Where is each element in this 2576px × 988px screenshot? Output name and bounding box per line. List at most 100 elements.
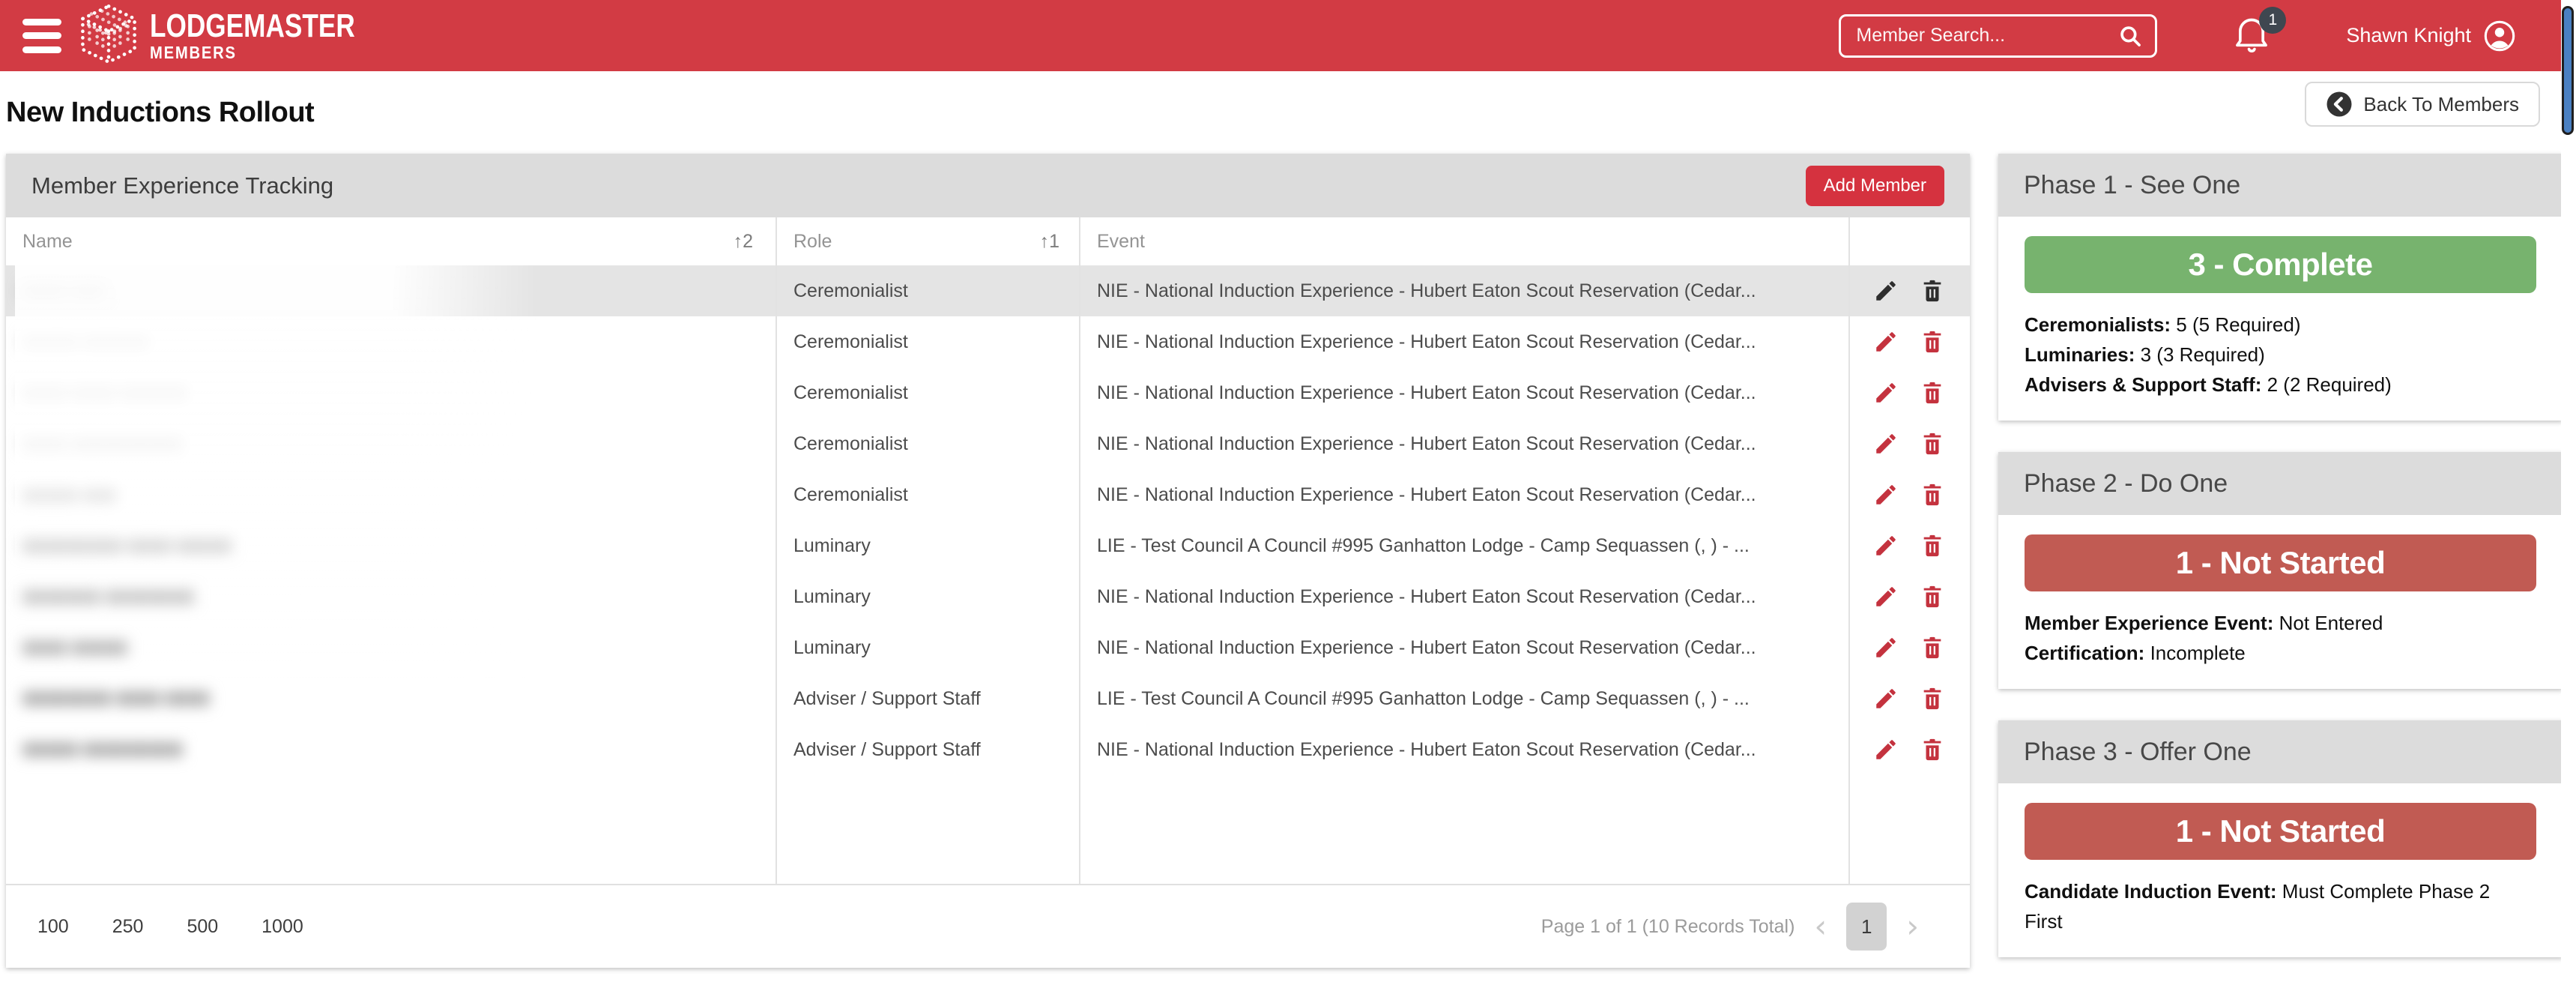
previous-page-button[interactable]: ‹ [1814,911,1827,942]
table-row[interactable]: █████ ███ Ceremonialist NIE - National I… [6,469,1970,520]
member-event: NIE - National Induction Experience - Hu… [1079,280,1848,302]
member-event: LIE - Test Council A Council #995 Ganhat… [1079,535,1848,557]
member-role: Ceremonialist [775,484,1079,506]
add-member-button[interactable]: Add Member [1806,166,1944,206]
phase-1-detail: Ceremonialists: 5 (5 Required) [2025,310,2536,340]
table-row[interactable]: ████ ███ Ceremonialist NIE - National In… [6,265,1970,316]
scrollbar-thumb[interactable] [2562,6,2574,135]
table-body: ████ ███ Ceremonialist NIE - National In… [6,265,1970,775]
column-divider [1848,217,1850,884]
dotted-cube-logo-icon [78,1,139,70]
member-event: LIE - Test Council A Council #995 Ganhat… [1079,688,1848,710]
edit-row-button[interactable] [1873,380,1899,406]
current-page-button[interactable]: 1 [1846,903,1887,951]
phase-3-card: Phase 3 - Offer One 1 - Not Started Cand… [1998,720,2563,957]
table-row[interactable]: █████ ██████ Ceremonialist NIE - Nationa… [6,316,1970,367]
phase-2-status-badge: 1 - Not Started [2025,534,2536,591]
page-size-100[interactable]: 100 [37,916,69,938]
member-name-redacted: ████ ███ [22,283,105,298]
column-header-event[interactable]: Event [1079,231,1848,253]
member-search-box [1839,14,2157,58]
edit-row-button[interactable] [1873,329,1899,355]
delete-row-button[interactable] [1920,686,1945,711]
app-title: LODGEMASTER [150,10,355,43]
edit-row-button[interactable] [1873,533,1899,558]
edit-row-button[interactable] [1873,278,1899,304]
table-column-header-row: Name ↑2 Role ↑1 Event [6,217,1970,265]
edit-row-button[interactable] [1873,584,1899,609]
member-event: NIE - National Induction Experience - Hu… [1079,331,1848,353]
table-row[interactable]: ████ █████ Luminary NIE - National Induc… [6,622,1970,673]
phase-1-title: Phase 1 - See One [1998,154,2563,217]
phase-1-detail: Luminaries: 3 (3 Required) [2025,340,2536,370]
phase-3-status-badge: 1 - Not Started [2025,803,2536,860]
page-size-options: 100 250 500 1000 [37,916,303,938]
page-header: New Inductions Rollout Back To Members [0,71,2576,154]
table-row[interactable]: ███████ ████████ Luminary NIE - National… [6,571,1970,622]
delete-row-button[interactable] [1920,329,1945,355]
member-search-input[interactable] [1856,25,2117,46]
edit-row-button[interactable] [1873,737,1899,762]
phase-3-detail: Candidate Induction Event: Must Complete… [2025,876,2504,936]
delete-row-button[interactable] [1920,380,1945,406]
table-footer: 100 250 500 1000 Page 1 of 1 (10 Records… [6,884,1970,968]
member-name-redacted: ████ █████ [22,640,127,655]
member-role: Luminary [775,535,1079,557]
table-row[interactable]: ████████ ████ ████ Adviser / Support Sta… [6,673,1970,724]
page-size-250[interactable]: 250 [112,916,144,938]
pagination: Page 1 of 1 (10 Records Total) ‹ 1 › [1541,903,1938,951]
back-to-members-button[interactable]: Back To Members [2305,82,2540,127]
sort-indicator-role: ↑1 [1040,231,1059,253]
sort-indicator-name: ↑2 [734,231,753,253]
table-row[interactable]: ████ ██████████ Ceremonialist NIE - Nati… [6,418,1970,469]
page-size-500[interactable]: 500 [187,916,218,938]
column-header-name[interactable]: Name ↑2 [6,231,775,253]
notifications-button[interactable]: 1 [2232,11,2274,61]
table-row[interactable]: █████ █████████ Adviser / Support Staff … [6,724,1970,775]
next-page-button[interactable]: › [1906,911,1919,942]
member-role: Ceremonialist [775,433,1079,455]
member-role: Luminary [775,586,1079,608]
delete-row-button[interactable] [1920,431,1945,457]
member-role: Adviser / Support Staff [775,739,1079,761]
member-role: Ceremonialist [775,382,1079,404]
phase-1-detail: Advisers & Support Staff: 2 (2 Required) [2025,370,2536,400]
column-divider [1079,217,1080,884]
page-scrollbar [2561,0,2576,988]
app-logo[interactable]: LODGEMASTER MEMBERS [78,1,406,70]
edit-row-button[interactable] [1873,431,1899,457]
page-info: Page 1 of 1 (10 Records Total) [1541,916,1795,938]
member-role: Ceremonialist [775,331,1079,353]
panel-title: Member Experience Tracking [31,172,333,199]
member-event: NIE - National Induction Experience - Hu… [1079,586,1848,608]
phase-2-detail: Certification: Incomplete [2025,638,2536,668]
edit-row-button[interactable] [1873,686,1899,711]
search-icon[interactable] [2117,23,2143,49]
member-event: NIE - National Induction Experience - Hu… [1079,433,1848,455]
delete-row-button[interactable] [1920,533,1945,558]
delete-row-button[interactable] [1920,278,1945,304]
app-subtitle: MEMBERS [150,43,375,62]
delete-row-button[interactable] [1920,737,1945,762]
phase-1-card: Phase 1 - See One 3 - Complete Ceremonia… [1998,154,2563,421]
hamburger-menu-icon[interactable] [22,19,61,53]
edit-row-button[interactable] [1873,635,1899,660]
table-row[interactable]: ████ ████ ██████ Ceremonialist NIE - Nat… [6,367,1970,418]
phase-2-title: Phase 2 - Do One [1998,452,2563,515]
back-chevron-icon [2326,91,2353,118]
member-event: NIE - National Induction Experience - Hu… [1079,739,1848,761]
member-name-redacted: █████ ███ [22,487,116,502]
delete-row-button[interactable] [1920,482,1945,507]
column-divider [775,217,777,884]
delete-row-button[interactable] [1920,584,1945,609]
user-menu[interactable]: Shawn Knight [2346,19,2516,52]
table-row[interactable]: █████████ ████ █████ Luminary LIE - Test… [6,520,1970,571]
user-avatar-icon [2483,19,2516,52]
delete-row-button[interactable] [1920,635,1945,660]
phase-3-title: Phase 3 - Offer One [1998,720,2563,783]
column-header-role[interactable]: Role ↑1 [775,231,1079,253]
page-size-1000[interactable]: 1000 [261,916,303,938]
member-role: Ceremonialist [775,280,1079,302]
edit-row-button[interactable] [1873,482,1899,507]
top-navigation-bar: LODGEMASTER MEMBERS 1 Shawn Knight [0,0,2576,71]
